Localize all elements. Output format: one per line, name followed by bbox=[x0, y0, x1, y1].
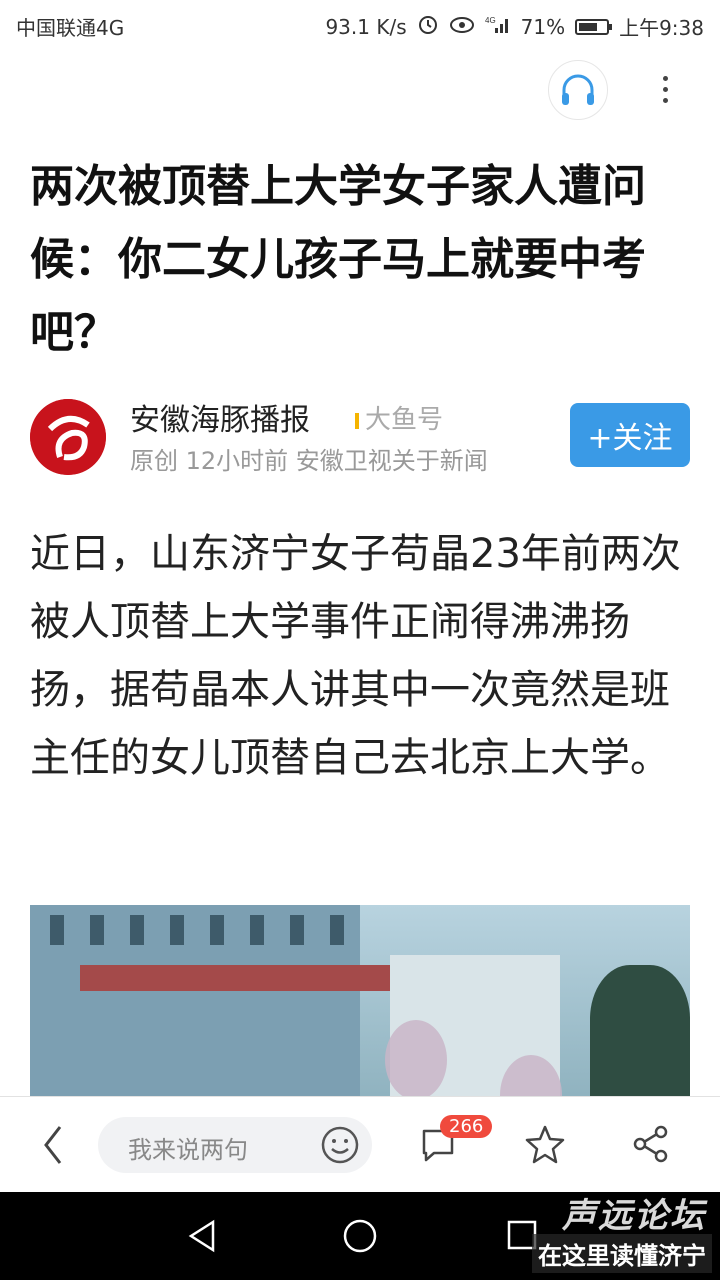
share-icon bbox=[633, 1125, 668, 1163]
forum-slogan-watermark: 在这里读懂济宁 bbox=[532, 1234, 712, 1273]
emoji-icon[interactable] bbox=[320, 1125, 360, 1169]
circle-home-icon bbox=[343, 1219, 377, 1253]
signal-icon: 4G bbox=[485, 14, 511, 39]
more-menu-button[interactable] bbox=[650, 67, 680, 111]
nav-home-button[interactable] bbox=[342, 1218, 378, 1258]
headphones-icon bbox=[562, 74, 594, 105]
eye-icon bbox=[449, 15, 475, 39]
top-bar bbox=[0, 55, 720, 125]
back-button[interactable] bbox=[38, 1123, 68, 1167]
triangle-back-icon bbox=[188, 1219, 215, 1253]
author-avatar[interactable] bbox=[30, 399, 106, 475]
alarm-icon bbox=[417, 13, 439, 40]
star-icon bbox=[525, 1125, 565, 1164]
platform-tag: 大鱼号 bbox=[355, 399, 443, 436]
platform-label: 大鱼号 bbox=[365, 405, 444, 435]
comment-placeholder: 我来说两句 bbox=[128, 1136, 248, 1164]
status-bar: 中国联通4G 93.1 K/s 4G 71% 上午9:38 bbox=[0, 0, 720, 50]
anhui-tv-logo-icon bbox=[30, 399, 106, 475]
battery-icon bbox=[575, 18, 613, 35]
author-row: 安徽海豚播报 大鱼号 原创 12小时前 安徽卫视关于新闻 +关注 bbox=[30, 395, 690, 485]
article-title: 两次被顶替上大学女子家人遭问候：你二女儿孩子马上就要中考吧？ bbox=[30, 161, 646, 358]
action-bar: 我来说两句 266 bbox=[0, 1096, 720, 1193]
article-photo bbox=[30, 905, 690, 1100]
listen-button[interactable] bbox=[548, 60, 608, 120]
article-body: 近日，山东济宁女子苟晶23年前两次被人顶替上大学事件正闹得沸沸扬扬，据苟晶本人讲… bbox=[30, 531, 681, 781]
network-speed: 93.1 K/s bbox=[325, 14, 407, 39]
article-meta: 原创 12小时前 安徽卫视关于新闻 bbox=[130, 447, 488, 475]
share-button[interactable] bbox=[630, 1123, 672, 1169]
svg-text:4G: 4G bbox=[485, 16, 496, 25]
chevron-left-icon bbox=[44, 1126, 62, 1164]
comment-input[interactable]: 我来说两句 bbox=[98, 1117, 372, 1173]
forum-watermark: 声远论坛 bbox=[562, 1196, 706, 1236]
carrier-label: 中国联通4G bbox=[16, 16, 125, 40]
follow-button[interactable]: +关注 bbox=[570, 403, 690, 467]
comment-count-badge: 266 bbox=[440, 1115, 493, 1138]
status-icons: 93.1 K/s 4G 71% 上午9:38 bbox=[325, 12, 704, 41]
author-name[interactable]: 安徽海豚播报 bbox=[130, 395, 310, 439]
battery-percent: 71% bbox=[520, 14, 566, 39]
nav-back-button[interactable] bbox=[185, 1218, 219, 1258]
clock: 上午9:38 bbox=[619, 16, 704, 40]
favorite-button[interactable] bbox=[524, 1123, 566, 1169]
